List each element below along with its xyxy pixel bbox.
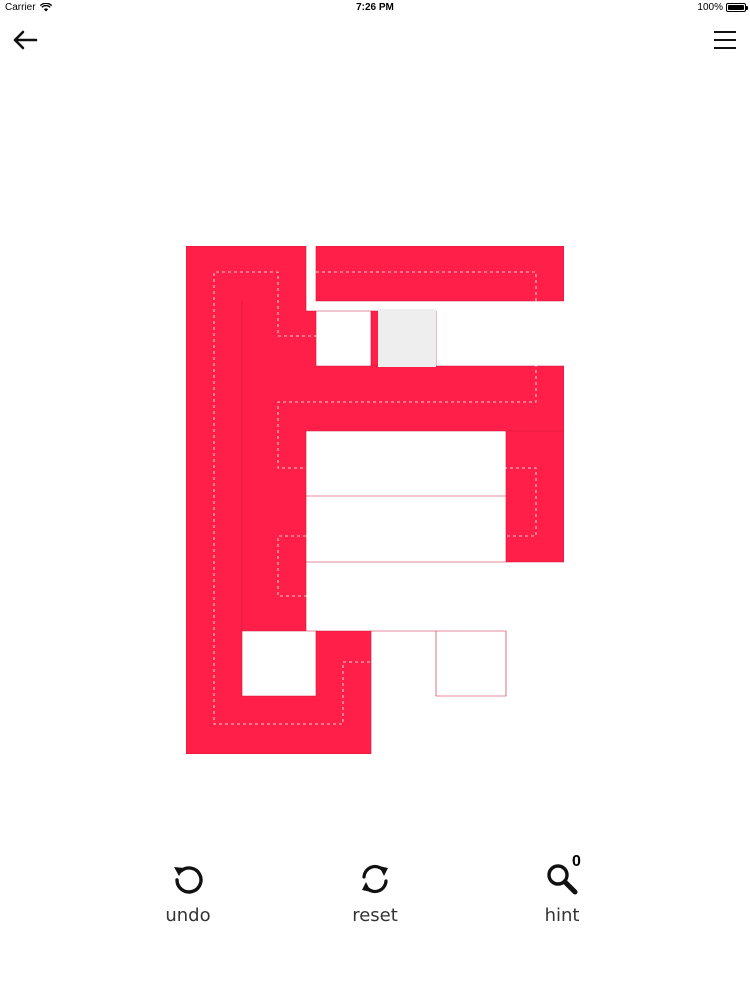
battery-icon: [726, 3, 748, 12]
toolbar: undo reset 0 hint: [0, 853, 750, 945]
status-right: 100%: [697, 2, 748, 13]
undo-label: undo: [165, 905, 211, 926]
back-button[interactable]: [10, 26, 40, 54]
reset-icon: [362, 865, 388, 893]
hamburger-menu-icon: [714, 31, 736, 49]
reset-label: reset: [352, 905, 398, 926]
hint-button[interactable]: 0 hint: [507, 853, 617, 935]
arrow-left-icon: [13, 30, 38, 50]
undo-icon: [174, 866, 203, 894]
undo-button[interactable]: undo: [133, 855, 243, 935]
reset-button[interactable]: reset: [320, 855, 430, 935]
battery-fill: [728, 5, 744, 10]
hint-icon-wrap: 0: [542, 853, 582, 899]
maze-board[interactable]: [186, 246, 564, 754]
reset-icon-wrap: [355, 859, 395, 899]
hint-count-badge: 0: [572, 853, 581, 870]
status-bar: Carrier 7:26 PM 100%: [0, 0, 750, 16]
status-time: 7:26 PM: [356, 2, 394, 13]
battery-percent: 100%: [697, 2, 723, 13]
menu-button[interactable]: [710, 26, 740, 54]
undo-icon-wrap: [168, 859, 208, 899]
hint-label: hint: [544, 905, 580, 926]
start-cell: [378, 309, 436, 367]
